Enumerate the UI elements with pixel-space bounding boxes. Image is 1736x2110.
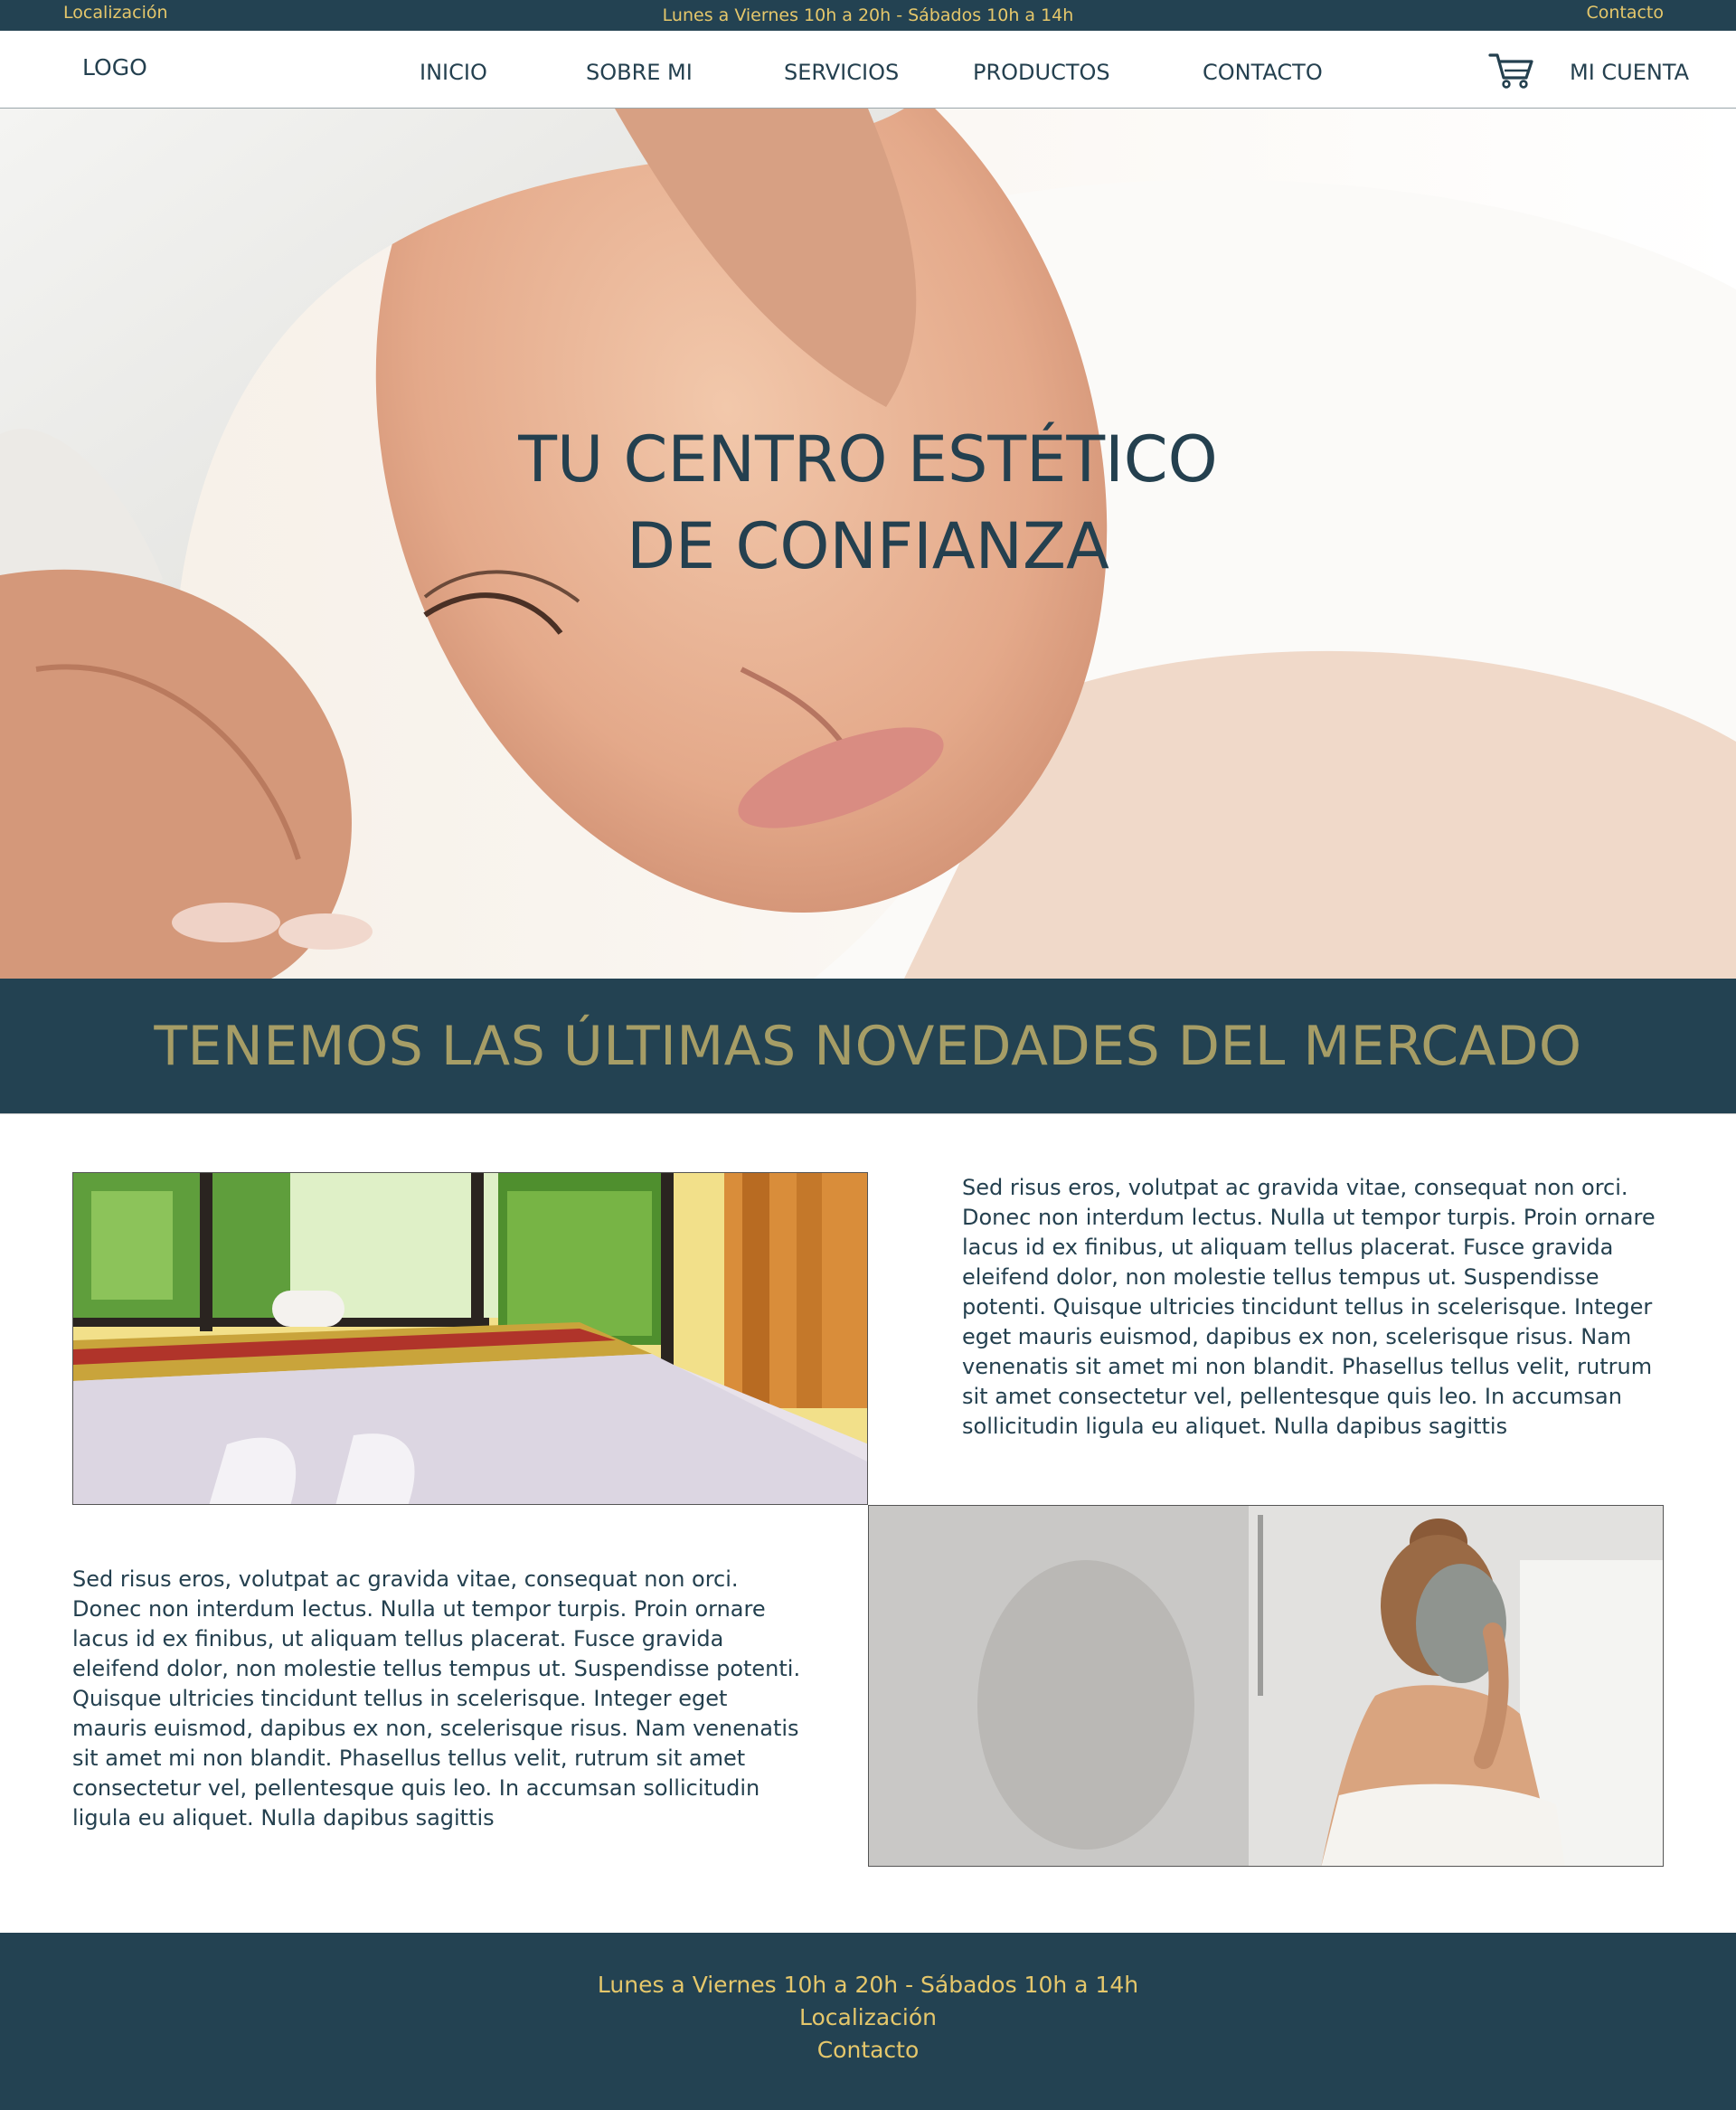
face-mask-photo (868, 1505, 1664, 1867)
nav-servicios[interactable]: SERVICIOS (784, 60, 899, 85)
novedades-heading: TENEMOS LAS ÚLTIMAS NOVEDADES DEL MERCAD… (154, 1015, 1582, 1078)
hero-title-line-1: TU CENTRO ESTÉTICO (518, 422, 1218, 497)
topbar-hours: Lunes a Viernes 10h a 20h - Sábados 10h … (662, 5, 1074, 25)
footer-hours: Lunes a Viernes 10h a 20h - Sábados 10h … (597, 1972, 1139, 1998)
hero-banner: TU CENTRO ESTÉTICO DE CONFIANZA (0, 109, 1736, 979)
nav-productos[interactable]: PRODUCTOS (973, 60, 1110, 85)
nav-sobre-mi[interactable]: SOBRE MI (586, 60, 693, 85)
footer-location-link[interactable]: Localización (0, 2001, 1736, 2034)
content-paragraph-2: Sed risus eros, volutpat ac gravida vita… (72, 1566, 801, 1831)
nav-contacto[interactable]: CONTACTO (1203, 60, 1323, 85)
main-navbar: LOGO INICIO SOBRE MI SERVICIOS PRODUCTOS… (0, 31, 1736, 109)
spa-room-photo (72, 1172, 868, 1505)
my-account-link[interactable]: MI CUENTA (1570, 60, 1689, 85)
footer-contact-link[interactable]: Contacto (0, 2034, 1736, 2067)
top-info-bar: Localización Lunes a Viernes 10h a 20h -… (0, 0, 1736, 31)
hero-title: TU CENTRO ESTÉTICO DE CONFIANZA (0, 416, 1736, 590)
site-footer: Lunes a Viernes 10h a 20h - Sábados 10h … (0, 1933, 1736, 2110)
nav-inicio[interactable]: INICIO (420, 60, 487, 85)
topbar-contact-link[interactable]: Contacto (1586, 3, 1664, 23)
hero-title-line-2: DE CONFIANZA (627, 509, 1109, 583)
site-logo[interactable]: LOGO (82, 54, 147, 80)
content-paragraph-1: Sed risus eros, volutpat ac gravida vita… (962, 1175, 1656, 1439)
novedades-banner: TENEMOS LAS ÚLTIMAS NOVEDADES DEL MERCAD… (0, 979, 1736, 1114)
cart-icon[interactable] (1488, 52, 1535, 90)
